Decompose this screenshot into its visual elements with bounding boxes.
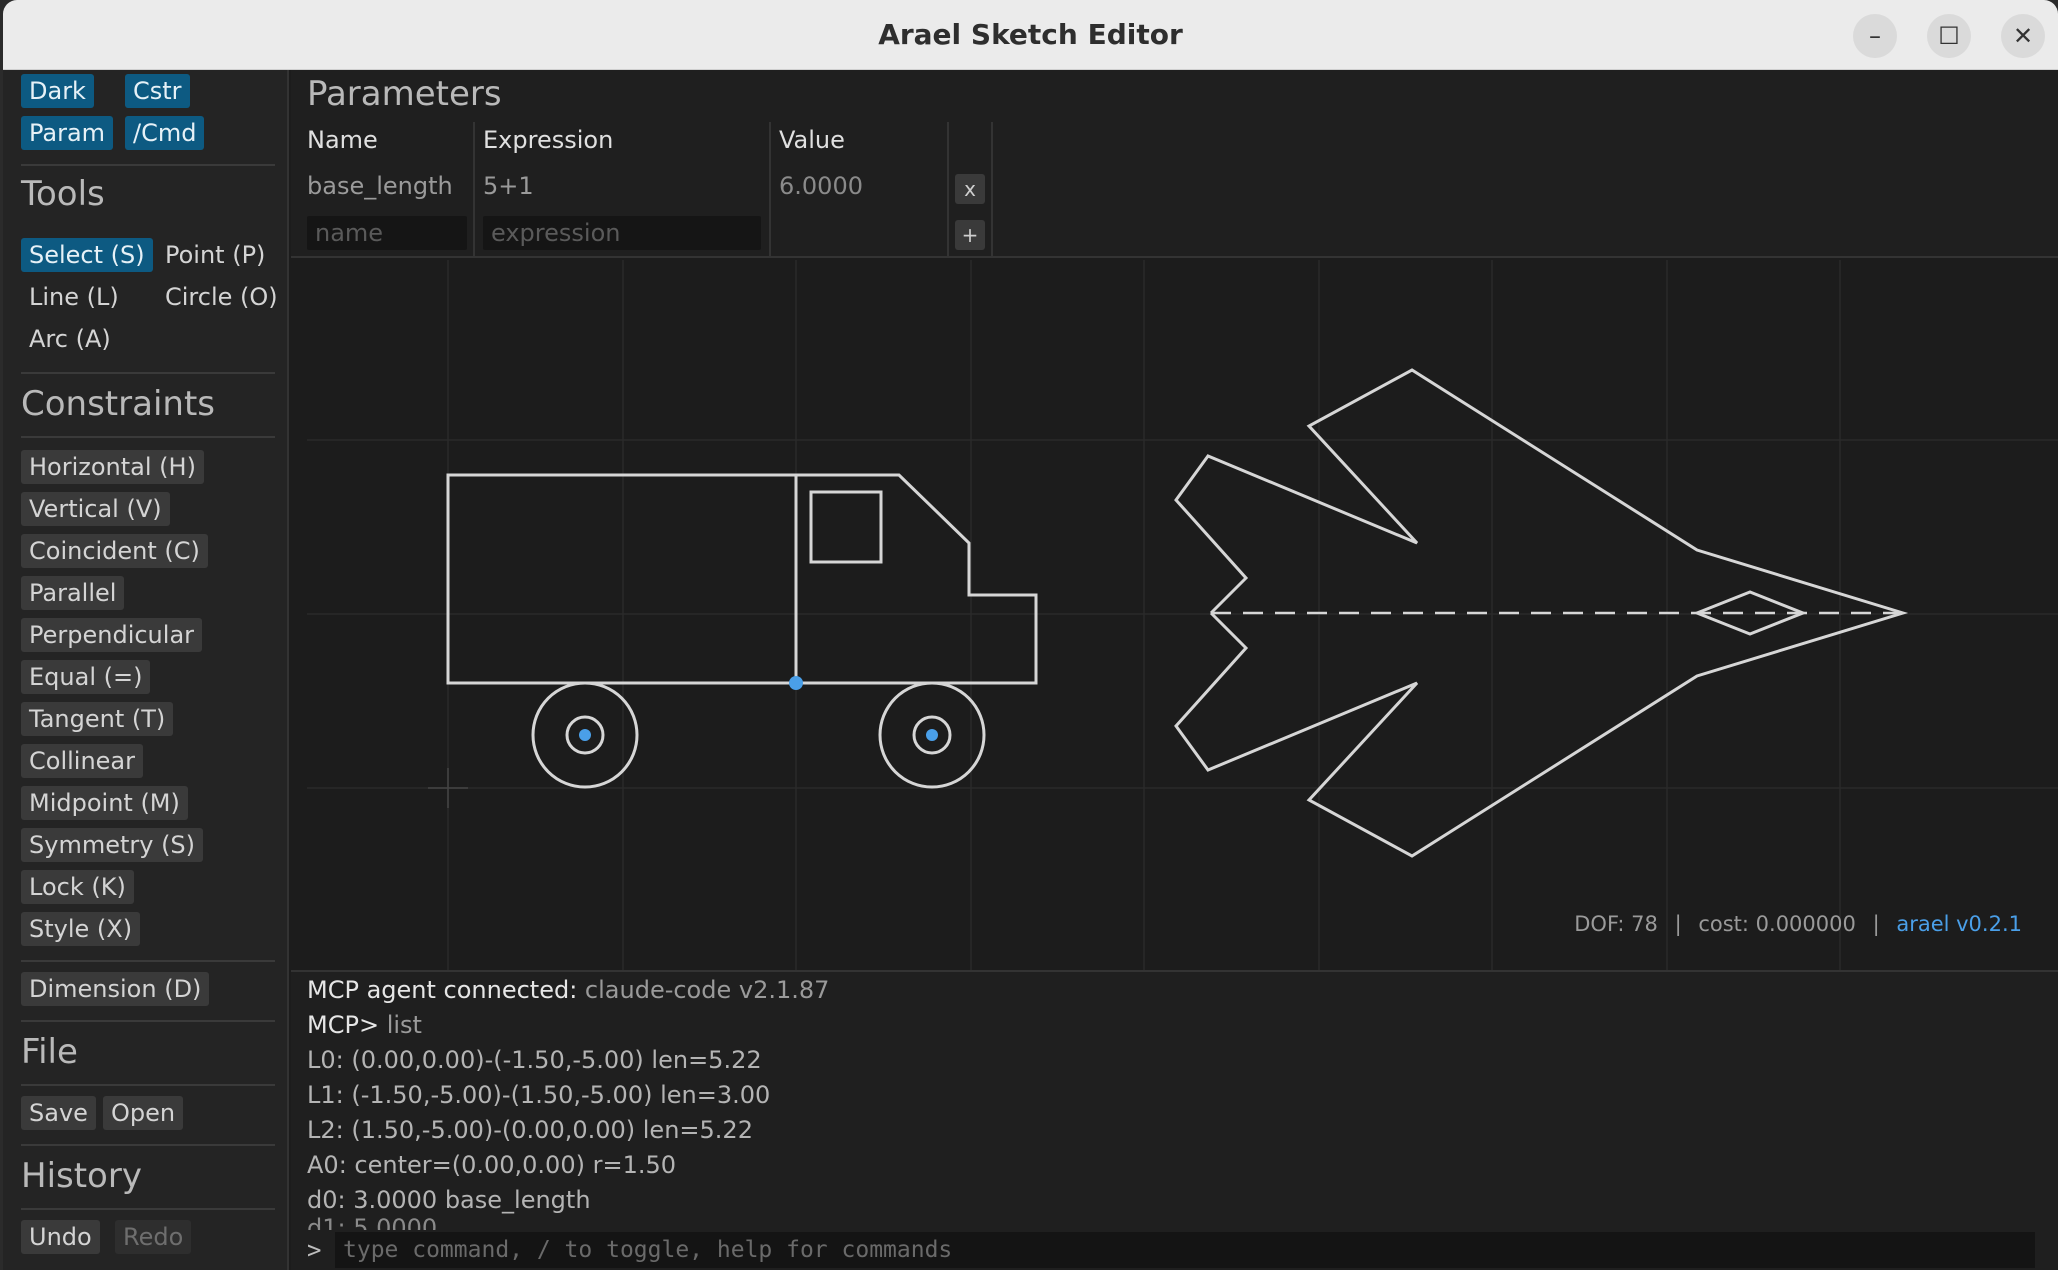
console-line: MCP agent connected: claude-code v2.1.87 [307,976,829,1004]
constraint-parallel-button[interactable]: Parallel [21,576,125,610]
status-separator: | [1674,912,1682,936]
column-header-value: Value [779,126,845,154]
constraint-equal-button[interactable]: Equal (=) [21,660,151,694]
parameters-title: Parameters [307,74,502,114]
mcp-prompt-command: list [386,1011,422,1039]
status-separator: | [1872,912,1880,936]
console-line: MCP> list [307,1011,422,1039]
column-divider [947,122,949,258]
constraint-collinear-button[interactable]: Collinear [21,744,143,778]
redo-button[interactable]: Redo [115,1220,192,1254]
toggle-dark-button[interactable]: Dark [21,74,94,108]
toggle-cmd-button[interactable]: /Cmd [125,116,205,150]
tool-arc-button[interactable]: Arc (A) [21,322,119,356]
console-line: L2: (1.50,-5.00)-(0.00,0.00) len=5.22 [307,1116,753,1144]
new-param-name-input[interactable]: name [307,216,467,250]
console-line: L0: (0.00,0.00)-(-1.50,-5.00) len=5.22 [307,1046,762,1074]
constraint-horizontal-button[interactable]: Horizontal (H) [21,450,204,484]
constraint-midpoint-button[interactable]: Midpoint (M) [21,786,188,820]
jet-sketch [1174,368,1909,858]
file-heading: File [21,1032,78,1072]
truck-sketch [446,473,1038,789]
divider [21,1208,275,1210]
status-readout: DOF: 78 | cost: 0.000000 | arael v0.2.1 [1574,912,2022,936]
constraints-heading: Constraints [21,384,215,424]
command-prompt: > [307,1236,322,1264]
new-param-expression-input[interactable]: expression [483,216,761,250]
divider [21,1084,275,1086]
maximize-button[interactable]: ☐ [1927,14,1971,58]
column-divider [473,122,475,258]
tool-line-button[interactable]: Line (L) [21,280,127,314]
dimension-button[interactable]: Dimension (D) [21,972,210,1006]
minimize-button[interactable]: – [1853,14,1897,58]
undo-button[interactable]: Undo [21,1220,100,1254]
divider [21,372,275,374]
window-title: Arael Sketch Editor [878,18,1183,51]
constraint-tangent-button[interactable]: Tangent (T) [21,702,174,736]
param-value: 6.0000 [779,172,863,200]
mcp-agent-name: claude-code v2.1.87 [584,976,830,1004]
constraint-perpendicular-button[interactable]: Perpendicular [21,618,203,652]
tool-point-button[interactable]: Point (P) [157,238,273,272]
sidebar: Dark Cstr Param /Cmd Tools Select (S) Po… [3,70,289,1270]
divider [21,164,275,166]
version-link[interactable]: arael v0.2.1 [1896,912,2022,936]
column-header-expression: Expression [483,126,614,154]
sketch-points [579,676,938,741]
toggle-constraints-button[interactable]: Cstr [125,74,190,108]
tools-heading: Tools [21,174,105,214]
constraint-style-button[interactable]: Style (X) [21,912,141,946]
close-button[interactable]: ✕ [2001,14,2045,58]
open-button[interactable]: Open [103,1096,184,1130]
divider [21,960,275,962]
command-console: MCP agent connected: claude-code v2.1.87… [291,970,2058,1270]
column-header-name: Name [307,126,378,154]
console-line: A0: center=(0.00,0.00) r=1.50 [307,1151,676,1179]
divider [21,1144,275,1146]
console-line-cut: d1: 5.0000 [307,1214,438,1230]
param-name[interactable]: base_length [307,172,453,200]
console-line: d0: 3.0000 base_length [307,1186,591,1214]
dof-readout: DOF: 78 [1574,912,1658,936]
app-window: Arael Sketch Editor – ☐ ✕ Dark Cstr Para… [3,0,2058,1270]
param-expression[interactable]: 5+1 [483,172,534,200]
tool-circle-button[interactable]: Circle (O) [157,280,286,314]
divider [21,1020,275,1022]
command-row: > [291,1230,2058,1270]
toggle-params-button[interactable]: Param [21,116,114,150]
command-input[interactable] [335,1232,2035,1268]
delete-param-button[interactable]: x [955,174,985,204]
history-heading: History [21,1156,142,1196]
sketch-drawing[interactable] [291,260,2058,970]
mcp-connected-label: MCP agent connected: [307,976,578,1004]
save-button[interactable]: Save [21,1096,96,1130]
origin-marker [428,768,468,808]
constraint-symmetry-button[interactable]: Symmetry (S) [21,828,204,862]
mcp-prompt-label: MCP> [307,1011,380,1039]
constraint-coincident-button[interactable]: Coincident (C) [21,534,208,568]
tool-select-button[interactable]: Select (S) [21,238,153,272]
parameters-panel: Parameters Name Expression Value base_le… [291,70,2058,258]
constraint-lock-button[interactable]: Lock (K) [21,870,134,904]
sketch-canvas[interactable]: DOF: 78 | cost: 0.000000 | arael v0.2.1 [291,260,2058,970]
add-param-button[interactable]: + [955,220,985,250]
console-line: L1: (-1.50,-5.00)-(1.50,-5.00) len=3.00 [307,1081,771,1109]
cost-readout: cost: 0.000000 [1698,912,1856,936]
column-divider [991,122,993,258]
constraint-vertical-button[interactable]: Vertical (V) [21,492,170,526]
divider [21,436,275,438]
column-divider [769,122,771,258]
title-bar: Arael Sketch Editor – ☐ ✕ [3,0,2058,70]
